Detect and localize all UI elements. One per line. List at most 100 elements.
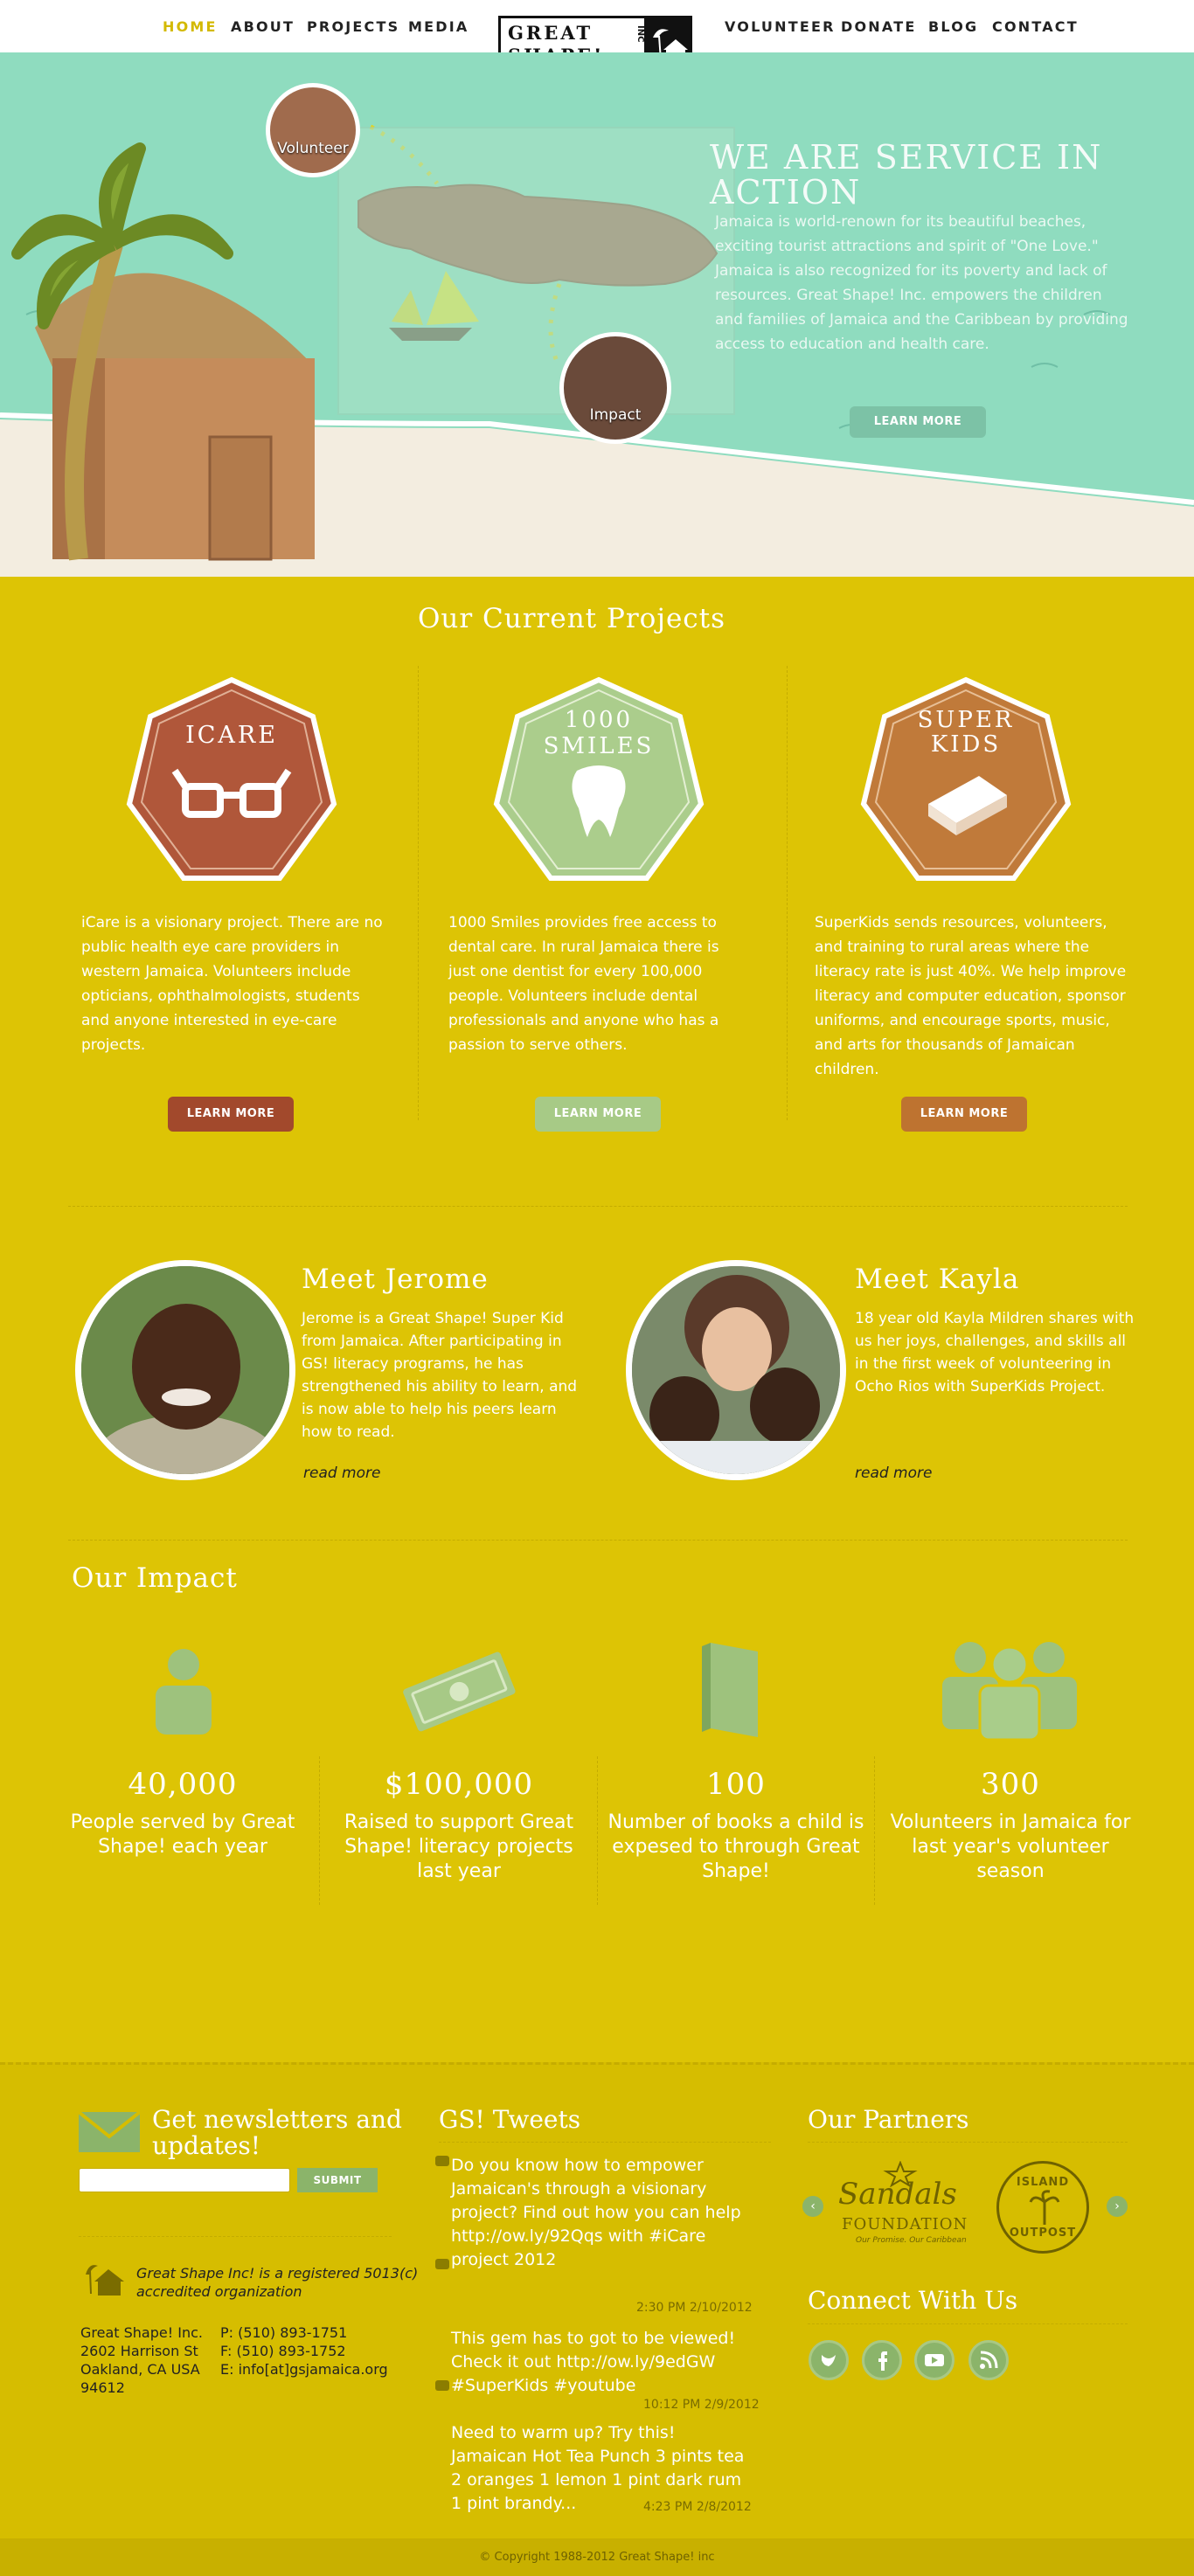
project-divider-2 xyxy=(787,666,788,1120)
newsletter-email-input[interactable] xyxy=(79,2168,290,2192)
nav-media[interactable]: MEDIA xyxy=(408,18,469,35)
group-icon xyxy=(942,1642,1077,1739)
jamaica-map-card xyxy=(337,127,735,415)
book-stat-icon xyxy=(702,1643,758,1737)
smiles-learn-more-button[interactable]: LEARN MORE xyxy=(535,1097,661,1132)
stat-people-text: People served by Great Shape! each year xyxy=(70,1811,295,1858)
section-divider-2 xyxy=(68,1540,1128,1541)
copyright: © Copyright 1988-2012 Great Shape! inc xyxy=(0,2538,1194,2576)
connect-divider xyxy=(808,2323,1128,2324)
hero-learn-more-button[interactable]: LEARN MORE xyxy=(850,406,986,438)
tweet-1-time: 2:30 PM 2/10/2012 xyxy=(636,2301,753,2315)
connect-title: Connect With Us xyxy=(808,2286,1018,2315)
address-line3: Oakland, CA USA xyxy=(80,2361,200,2378)
person-icon xyxy=(156,1649,212,1735)
nav-home[interactable]: HOME xyxy=(163,18,218,35)
tweet-bubble-icon xyxy=(435,2156,449,2166)
meet-jerome-title: Meet Jerome xyxy=(302,1264,489,1295)
superkids-badge[interactable]: SUPER KIDS xyxy=(857,673,1075,891)
palm-tree-icon xyxy=(1029,2190,1060,2225)
address-line2: 2602 Harrison St xyxy=(80,2343,198,2359)
kayla-photo[interactable] xyxy=(626,1260,846,1480)
icare-badge[interactable]: ICARE xyxy=(122,673,341,891)
kayla-read-more-link[interactable]: read more xyxy=(855,1465,932,1482)
tweets-title: GS! Tweets xyxy=(439,2105,581,2134)
tweets-divider xyxy=(439,2142,771,2143)
project-divider-1 xyxy=(418,666,419,1120)
nav-projects[interactable]: PROJECTS xyxy=(307,18,399,35)
smiles-badge-line2: SMILES xyxy=(544,733,655,759)
address-line1: Great Shape! Inc. xyxy=(80,2324,203,2341)
sandals-foundation-text: FOUNDATION xyxy=(842,2215,968,2233)
volunteer-photo[interactable]: Volunteer xyxy=(266,83,360,177)
meet-kayla-title: Meet Kayla xyxy=(855,1264,1020,1295)
section-divider xyxy=(68,1206,1128,1207)
tweet-1[interactable]: Do you know how to empower Jamaican's th… xyxy=(451,2154,753,2272)
kayla-portrait xyxy=(632,1266,840,1474)
tweet-2-time: 10:12 PM 2/9/2012 xyxy=(643,2398,760,2412)
money-icon xyxy=(403,1652,516,1732)
island-outpost-logo[interactable]: ISLAND OUTPOST xyxy=(996,2161,1089,2254)
sandals-tagline: Our Promise. Our Caribbean xyxy=(856,2236,967,2245)
icare-learn-more-button[interactable]: LEARN MORE xyxy=(168,1097,294,1132)
icare-description: iCare is a visionary project. There are … xyxy=(81,914,383,1054)
impact-label: Impact xyxy=(589,406,642,424)
stat-people-value: 40,000 xyxy=(128,1767,238,1802)
tweet-2[interactable]: This gem has to got to be viewed! Check … xyxy=(451,2327,753,2398)
impact-photo[interactable]: Impact xyxy=(559,332,671,444)
jerome-photo[interactable] xyxy=(75,1260,295,1480)
nav-blog[interactable]: BLOG xyxy=(928,18,978,35)
smiles-description: 1000 Smiles provides free access to dent… xyxy=(448,914,719,1054)
nav-contact[interactable]: CONTACT xyxy=(992,18,1079,35)
volunteer-label: Volunteer xyxy=(277,140,349,157)
newsletter-title: Get newsletters and updates! xyxy=(152,2105,402,2160)
youtube-icon[interactable] xyxy=(914,2340,955,2380)
org-note: Great Shape Inc! is a registered 5013(c)… xyxy=(136,2265,419,2300)
facebook-icon[interactable] xyxy=(862,2340,902,2380)
sandals-foundation-logo[interactable]: Sandals FOUNDATION Our Promise. Our Cari… xyxy=(835,2161,975,2257)
logo-text-great: GREAT xyxy=(508,22,594,44)
tweet-bubble-icon xyxy=(435,2380,449,2391)
footer-divider xyxy=(79,2236,392,2237)
impact-divider-3 xyxy=(874,1756,875,1905)
address-line4: 94612 xyxy=(80,2379,125,2396)
envelope-icon xyxy=(77,2110,142,2152)
twitter-icon[interactable] xyxy=(809,2340,849,2380)
jerome-portrait xyxy=(81,1266,289,1474)
impact-divider-1 xyxy=(319,1756,320,1905)
superkids-description: SuperKids sends resources, volunteers, a… xyxy=(815,914,1127,1078)
partners-divider xyxy=(808,2142,1128,2143)
meet-kayla-text: 18 year old Kayla Mildren shares with us… xyxy=(855,1310,1135,1395)
stat-raised-text: Raised to support Great Shape! literacy … xyxy=(344,1811,574,1882)
stat-books-text: Number of books a child is expesed to th… xyxy=(607,1811,864,1882)
hero-section: Volunteer Impact WE ARE SERVICE IN ACTIO… xyxy=(0,52,1194,577)
tweet-bubble-icon xyxy=(435,2259,449,2269)
1000-smiles-badge[interactable]: 1000 SMILES xyxy=(489,673,708,891)
stat-volunteers-value: 300 xyxy=(981,1767,1040,1802)
impact-divider-2 xyxy=(597,1756,598,1905)
tweet-3-time: 4:23 PM 2/8/2012 xyxy=(643,2500,752,2514)
small-house-icon xyxy=(86,2265,124,2296)
nav-donate[interactable]: DONATE xyxy=(841,18,916,35)
jerome-read-more-link[interactable]: read more xyxy=(303,1465,380,1482)
rss-icon[interactable] xyxy=(968,2340,1009,2380)
email-address[interactable]: E: info[at]gsjamaica.org xyxy=(220,2360,388,2379)
stat-raised-value: $100,000 xyxy=(384,1767,534,1802)
island-outpost-top: ISLAND xyxy=(1016,2176,1070,2189)
icare-badge-line1: ICARE xyxy=(185,722,278,749)
newsletter-submit-button[interactable]: SUBMIT xyxy=(297,2168,378,2192)
partners-prev-arrow-icon[interactable]: ‹ xyxy=(802,2196,823,2217)
hero-title: WE ARE SERVICE IN ACTION xyxy=(710,138,1103,211)
nav-volunteer[interactable]: VOLUNTEER xyxy=(725,18,836,35)
sandals-name: Sandals xyxy=(838,2177,957,2212)
fax-number: F: (510) 893-1752 xyxy=(220,2343,346,2359)
superkids-badge-line1: SUPER xyxy=(918,707,1015,733)
superkids-learn-more-button[interactable]: LEARN MORE xyxy=(901,1097,1027,1132)
projects-title: Our Current Projects xyxy=(418,603,726,634)
stat-books-value: 100 xyxy=(706,1767,766,1802)
meet-jerome-text: Jerome is a Great Shape! Super Kid from … xyxy=(302,1310,578,1441)
partners-next-arrow-icon[interactable]: › xyxy=(1107,2196,1128,2217)
partners-title: Our Partners xyxy=(808,2105,969,2134)
footer: Get newsletters and updates! SUBMIT Grea… xyxy=(0,2062,1194,2538)
nav-about[interactable]: ABOUT xyxy=(231,18,295,35)
